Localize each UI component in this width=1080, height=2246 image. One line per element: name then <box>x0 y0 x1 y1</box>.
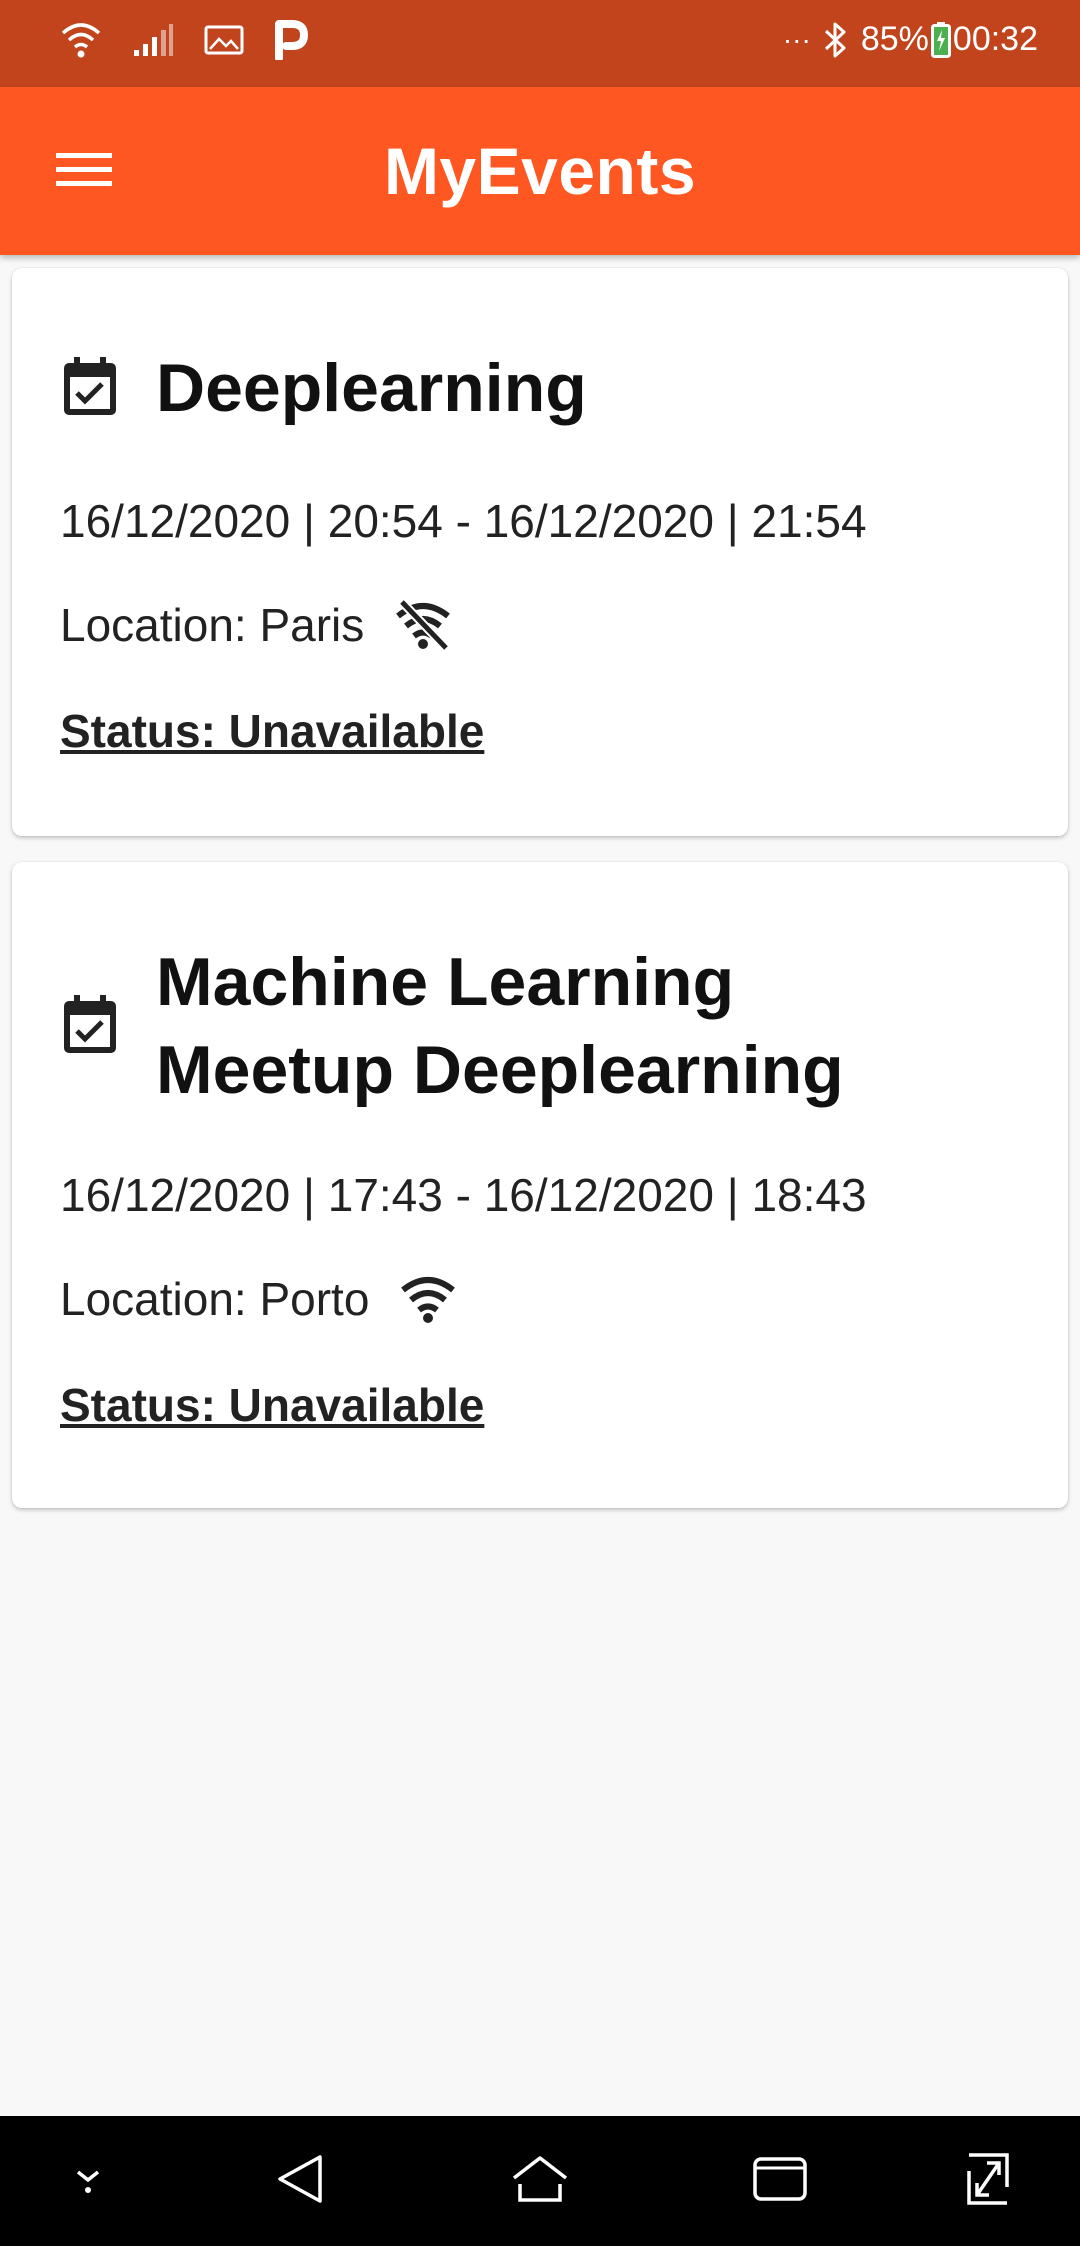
status-bar-right: ··· 85% 00:32 <box>783 20 1038 59</box>
status-bar-left <box>60 20 308 60</box>
event-card[interactable]: Deeplearning 16/12/2020 | 20:54 - 16/12/… <box>12 268 1068 836</box>
more-icon: ··· <box>782 23 811 55</box>
navigation-bar <box>0 2116 1080 2246</box>
bluetooth-icon <box>823 21 849 59</box>
home-button[interactable] <box>500 2141 580 2221</box>
event-title: Deeplearning <box>156 350 587 426</box>
event-title: Machine Learning Meetup Deeplearning <box>156 944 844 1108</box>
image-icon <box>204 24 244 56</box>
event-dates: 16/12/2020 | 17:43 - 16/12/2020 | 18:43 <box>60 1169 867 1221</box>
clock: 00:32 <box>952 20 1038 58</box>
wifi-off-icon <box>392 598 454 652</box>
event-location-label: Location: Paris <box>60 599 365 651</box>
event-status-link[interactable]: Status: Unavailable <box>60 1378 484 1432</box>
event-status-link[interactable]: Status: Unavailable <box>60 704 484 758</box>
app-bar: MyEvents <box>0 87 1080 255</box>
event-location-label: Location: Porto <box>60 1273 370 1325</box>
event-header: Machine Learning Meetup Deeplearning <box>60 938 1028 1114</box>
calendar-check-icon <box>60 995 120 1057</box>
event-card[interactable]: Machine Learning Meetup Deeplearning 16/… <box>12 862 1068 1508</box>
back-icon <box>276 2154 324 2209</box>
calendar-check-icon <box>60 357 120 419</box>
event-location: Location: Paris <box>60 598 454 652</box>
recents-button[interactable] <box>740 2141 820 2221</box>
status-bar: ··· 85% 00:32 <box>0 0 1080 87</box>
screenshot-button[interactable] <box>948 2141 1028 2221</box>
collapse-button[interactable] <box>48 2141 128 2221</box>
wifi-icon <box>397 1272 459 1326</box>
battery-percent: 85% <box>860 20 929 58</box>
screen: ··· 85% 00:32 MyEvents Deeplearning 16/1… <box>0 0 1080 2246</box>
home-icon <box>510 2154 570 2209</box>
back-button[interactable] <box>260 2141 340 2221</box>
signal-icon <box>132 22 174 58</box>
event-dates: 16/12/2020 | 20:54 - 16/12/2020 | 21:54 <box>60 495 867 547</box>
battery-icon <box>930 21 951 58</box>
collapse-icon <box>66 2164 110 2199</box>
page-title: MyEvents <box>383 134 697 208</box>
p-icon <box>274 20 308 60</box>
event-header: Deeplearning <box>60 344 1028 432</box>
screenshot-icon <box>963 2151 1013 2212</box>
event-location: Location: Porto <box>60 1272 459 1326</box>
recents-icon <box>752 2156 808 2207</box>
wifi-icon <box>60 20 102 60</box>
